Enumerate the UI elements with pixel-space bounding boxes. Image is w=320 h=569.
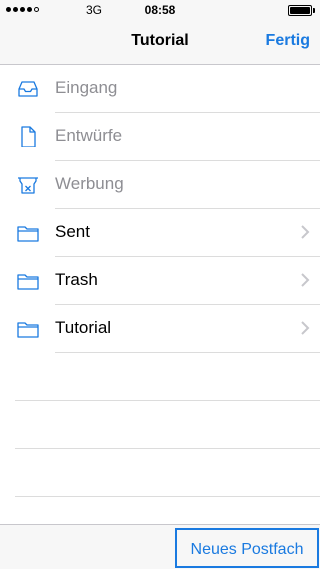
new-mailbox-button[interactable]: Neues Postfach bbox=[175, 528, 319, 568]
done-button[interactable]: Fertig bbox=[266, 32, 310, 50]
mailbox-label: Sent bbox=[55, 222, 90, 241]
chevron-right-icon bbox=[301, 225, 310, 239]
navigation-bar: Tutorial Fertig bbox=[0, 20, 320, 65]
new-mailbox-label: Neues Postfach bbox=[190, 541, 304, 558]
folder-icon bbox=[17, 226, 39, 242]
empty-list-row bbox=[15, 449, 320, 497]
battery-icon bbox=[288, 5, 315, 16]
bottom-toolbar: Neues Postfach bbox=[0, 524, 320, 569]
mailbox-row-trash[interactable]: Trash bbox=[17, 257, 320, 305]
mailbox-label: Tutorial bbox=[55, 318, 112, 337]
empty-list-row bbox=[15, 353, 320, 401]
mailbox-row-sent[interactable]: Sent bbox=[17, 209, 320, 257]
status-bar: 3G 08:58 bbox=[0, 0, 320, 20]
mailbox-label: Werbung bbox=[55, 174, 124, 193]
folder-icon bbox=[17, 322, 39, 338]
mailbox-row-tutorial[interactable]: Tutorial bbox=[17, 305, 320, 353]
mailbox-row-entwuerfe[interactable]: Entwürfe bbox=[21, 113, 320, 161]
inbox-icon bbox=[18, 81, 38, 97]
mailbox-label: Trash bbox=[55, 270, 98, 289]
mailbox-row-werbung[interactable]: Werbung bbox=[18, 161, 320, 209]
chevron-right-icon bbox=[301, 273, 310, 287]
chevron-right-icon bbox=[301, 321, 310, 335]
mailbox-list: Eingang Entwürfe Werbung Sent Trash Tuto… bbox=[0, 65, 320, 497]
mailbox-row-eingang[interactable]: Eingang bbox=[18, 65, 320, 113]
mailbox-label: Eingang bbox=[55, 78, 118, 97]
folder-icon bbox=[17, 274, 39, 290]
mailbox-label: Entwürfe bbox=[55, 126, 123, 145]
empty-list-row bbox=[15, 401, 320, 449]
junk-icon bbox=[18, 177, 38, 194]
document-icon bbox=[21, 126, 36, 147]
status-time: 08:58 bbox=[144, 3, 176, 17]
